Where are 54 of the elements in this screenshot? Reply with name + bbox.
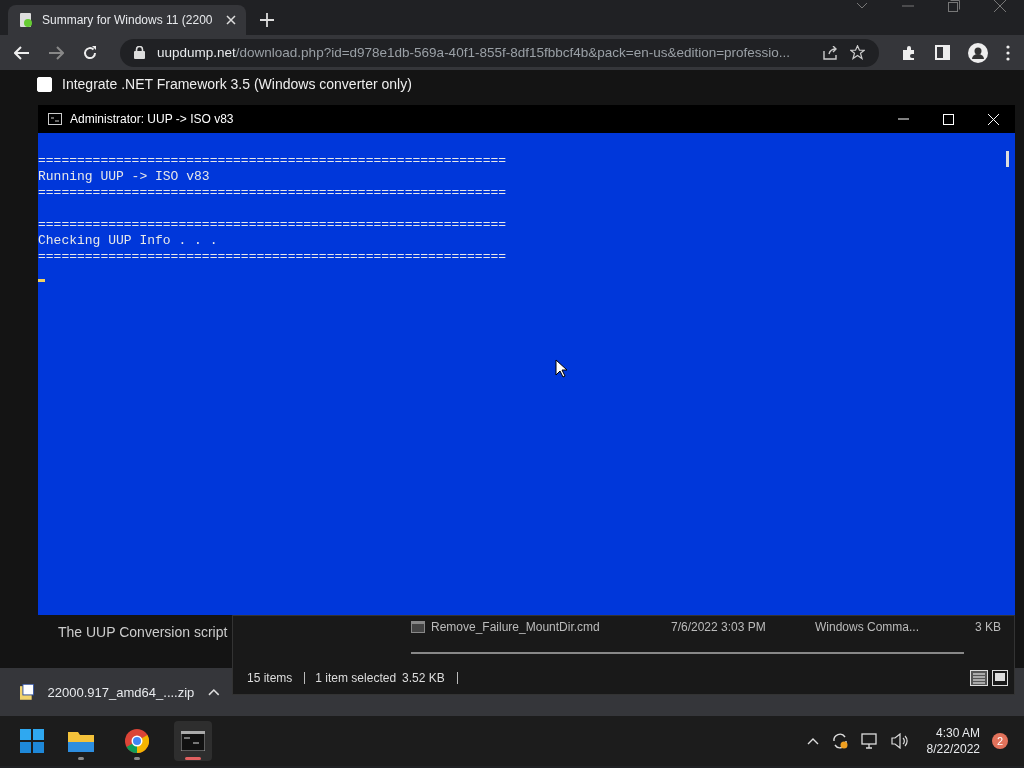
window-title: Administrator: UUP -> ISO v83 — [70, 112, 235, 126]
console-text: ============================================================ — [38, 185, 507, 200]
scrollbar[interactable] — [411, 652, 964, 654]
details-view-icon[interactable] — [970, 670, 988, 686]
restore-icon[interactable] — [948, 0, 960, 12]
share-icon[interactable] — [823, 45, 838, 60]
sidebar-icon[interactable] — [935, 45, 950, 60]
status-text: 3.52 KB — [402, 672, 458, 684]
file-row[interactable]: Remove_Failure_MountDir.cmd 7/6/2022 3:03 PM Windows Comma... 3 KB — [233, 616, 1014, 638]
url-text: uupdump.net/download.php?id=d978e1db-569a-40f1-855f-8df15fbbcf4b&pack=en-us&edition=professio... — [157, 45, 792, 60]
lock-icon — [134, 46, 145, 59]
mouse-pointer-icon — [555, 359, 567, 378]
menu-icon[interactable] — [1006, 44, 1010, 61]
browser-tab[interactable]: Summary for Windows 11 (2200 — [8, 5, 246, 35]
terminal-icon — [181, 731, 205, 751]
new-tab-icon[interactable] — [260, 13, 274, 27]
console-icon — [48, 113, 62, 125]
console-text: Running UUP -> ISO v83 — [38, 169, 210, 184]
speaker-icon[interactable] — [890, 733, 909, 749]
status-text: 1 item selected — [315, 672, 398, 684]
start-icon[interactable] — [20, 729, 44, 753]
back-icon[interactable] — [14, 45, 30, 60]
profile-icon[interactable] — [968, 42, 988, 63]
thumbnail-view-icon[interactable] — [992, 670, 1008, 686]
reload-icon[interactable] — [82, 44, 98, 61]
folder-icon — [68, 730, 94, 752]
download-item[interactable]: 22000.917_amd64_....zip — [20, 684, 220, 700]
chevron-up-icon[interactable] — [806, 737, 819, 745]
page-icon — [18, 12, 34, 28]
text-cursor — [38, 279, 45, 282]
sync-icon[interactable] — [830, 732, 849, 750]
zip-icon — [20, 684, 34, 700]
console-text: ============================================================ — [38, 153, 507, 168]
dropdown-icon[interactable] — [856, 2, 868, 10]
puzzle-icon[interactable] — [901, 44, 917, 61]
console-text: ============================================================ — [38, 249, 507, 264]
star-icon[interactable] — [850, 45, 865, 60]
clock-date[interactable]: 8/22/2022 — [926, 741, 980, 757]
address-bar[interactable]: uupdump.net/download.php?id=d978e1db-569a-40f1-855f-8df15fbbcf4b&pack=en-us&edition=professio... — [120, 38, 879, 67]
script-icon — [411, 621, 425, 633]
checkbox[interactable] — [37, 76, 52, 92]
option-label: Integrate .NET Framework 3.5 (Windows converter only) — [62, 76, 412, 92]
scrollbar-thumb[interactable] — [1005, 151, 1009, 167]
maximize-icon[interactable] — [943, 113, 954, 125]
clock-time[interactable]: 4:30 AM — [935, 725, 980, 741]
chrome-icon — [125, 729, 149, 753]
forward-icon[interactable] — [48, 45, 64, 60]
console-text: Checking UUP Info . . . — [38, 233, 218, 248]
network-icon[interactable] — [860, 733, 879, 749]
description-text: The UUP Conversion script — [58, 624, 228, 640]
chevron-up-icon — [208, 688, 220, 696]
status-text: 15 items — [247, 672, 306, 684]
taskbar-app[interactable] — [174, 721, 212, 761]
console-text: ============================================================ — [38, 217, 507, 232]
